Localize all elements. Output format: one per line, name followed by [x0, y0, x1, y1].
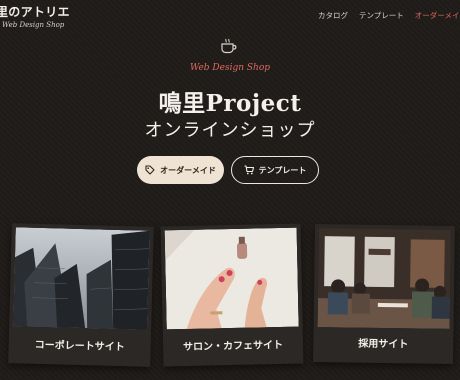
office-buildings-photo — [13, 227, 150, 330]
card-recruitment-site[interactable]: 採用サイト — [313, 224, 455, 364]
nav-link-template[interactable]: テンプレート — [359, 10, 404, 21]
hero-subtitle: オンラインショップ — [144, 120, 316, 141]
card-label: 採用サイト — [358, 338, 409, 351]
hero-tagline: Web Design Shop — [189, 63, 271, 73]
team-meeting-photo — [317, 228, 451, 329]
hero-title: 鳴里Project — [158, 90, 302, 117]
template-button-label: テンプレート — [258, 165, 307, 175]
logo-subtitle: Web Design Shop — [2, 21, 65, 29]
tag-icon — [145, 165, 155, 175]
card-label: コーポレートサイト — [34, 339, 125, 354]
nav-link-order-made[interactable]: オーダーメイ — [415, 10, 460, 21]
card-salon-cafe-site[interactable]: サロン・カフェサイト — [160, 223, 304, 367]
site-logo[interactable]: 里のアトリエ Web Design Shop — [0, 3, 70, 29]
template-button[interactable]: テンプレート — [231, 156, 319, 184]
cart-icon — [244, 165, 254, 175]
site-header: 里のアトリエ Web Design Shop カタログ テンプレート オーダーメ… — [0, 0, 460, 36]
card-corporate-site[interactable]: コーポレートサイト — [8, 223, 154, 367]
order-made-button-label: オーダーメイド — [160, 165, 216, 175]
manicure-hands-photo — [164, 227, 299, 330]
main-nav: カタログ テンプレート オーダーメイ — [318, 10, 459, 21]
coffee-cup-icon — [221, 38, 237, 54]
logo-title: 里のアトリエ — [0, 5, 70, 19]
nav-link-catalog[interactable]: カタログ — [318, 10, 348, 21]
card-label: サロン・カフェサイト — [182, 339, 284, 354]
order-made-button[interactable]: オーダーメイド — [137, 156, 224, 184]
